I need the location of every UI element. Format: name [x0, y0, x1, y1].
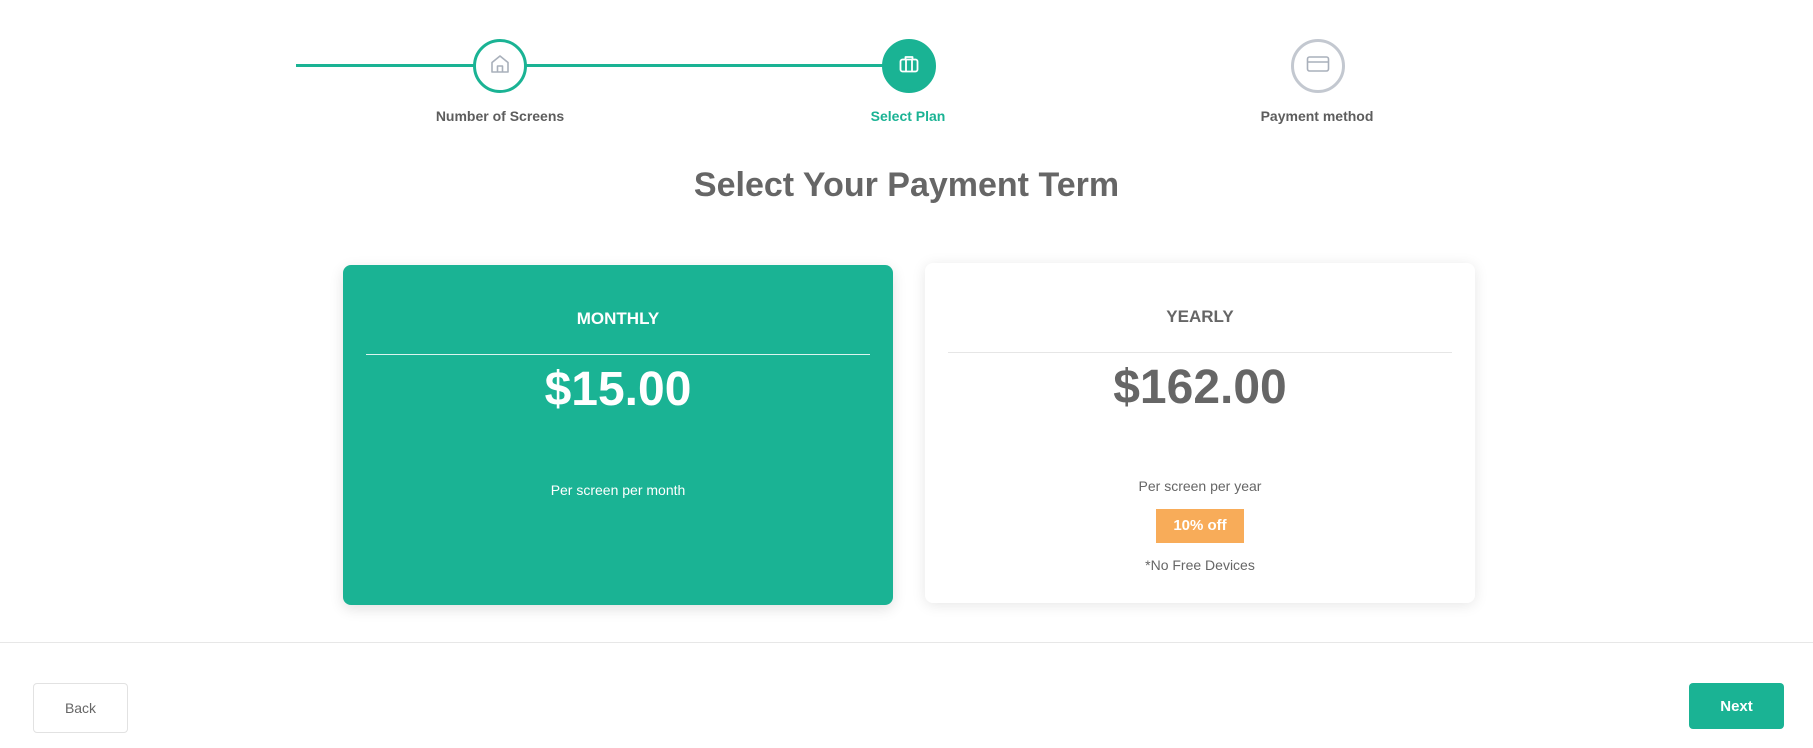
plan-price: $162.00 — [1113, 361, 1287, 414]
plan-divider — [948, 352, 1452, 353]
briefcase-icon — [897, 52, 921, 81]
plan-card-yearly[interactable]: YEARLY $162.00 Per screen per year 10% o… — [925, 263, 1475, 603]
step-select-plan[interactable] — [882, 39, 936, 93]
step-number-of-screens[interactable] — [473, 39, 527, 93]
page-title: Select Your Payment Term — [693, 166, 1120, 204]
progress-stepper: Number of Screens Select Plan Payment me… — [0, 0, 1813, 140]
next-button[interactable]: Next — [1689, 683, 1784, 729]
back-button[interactable]: Back — [33, 683, 128, 733]
plan-price: $15.00 — [544, 363, 692, 416]
discount-badge: 10% off — [1156, 509, 1244, 543]
credit-card-icon — [1305, 52, 1331, 81]
home-icon — [488, 52, 512, 81]
plan-period: Per screen per year — [1138, 478, 1262, 494]
step-label-select-plan: Select Plan — [870, 108, 946, 124]
plan-term-label: YEARLY — [1166, 307, 1234, 326]
plan-term-label: MONTHLY — [576, 309, 660, 328]
step-label-number-of-screens: Number of Screens — [435, 108, 565, 124]
stepper-track-completed — [296, 64, 909, 67]
plan-period: Per screen per month — [550, 482, 686, 498]
plan-card-monthly[interactable]: MONTHLY $15.00 Per screen per month — [343, 265, 893, 605]
footer-divider — [0, 642, 1813, 643]
plan-divider — [366, 354, 870, 355]
step-label-payment-method: Payment method — [1260, 108, 1374, 124]
plan-note: *No Free Devices — [1145, 557, 1255, 573]
step-payment-method[interactable] — [1291, 39, 1345, 93]
